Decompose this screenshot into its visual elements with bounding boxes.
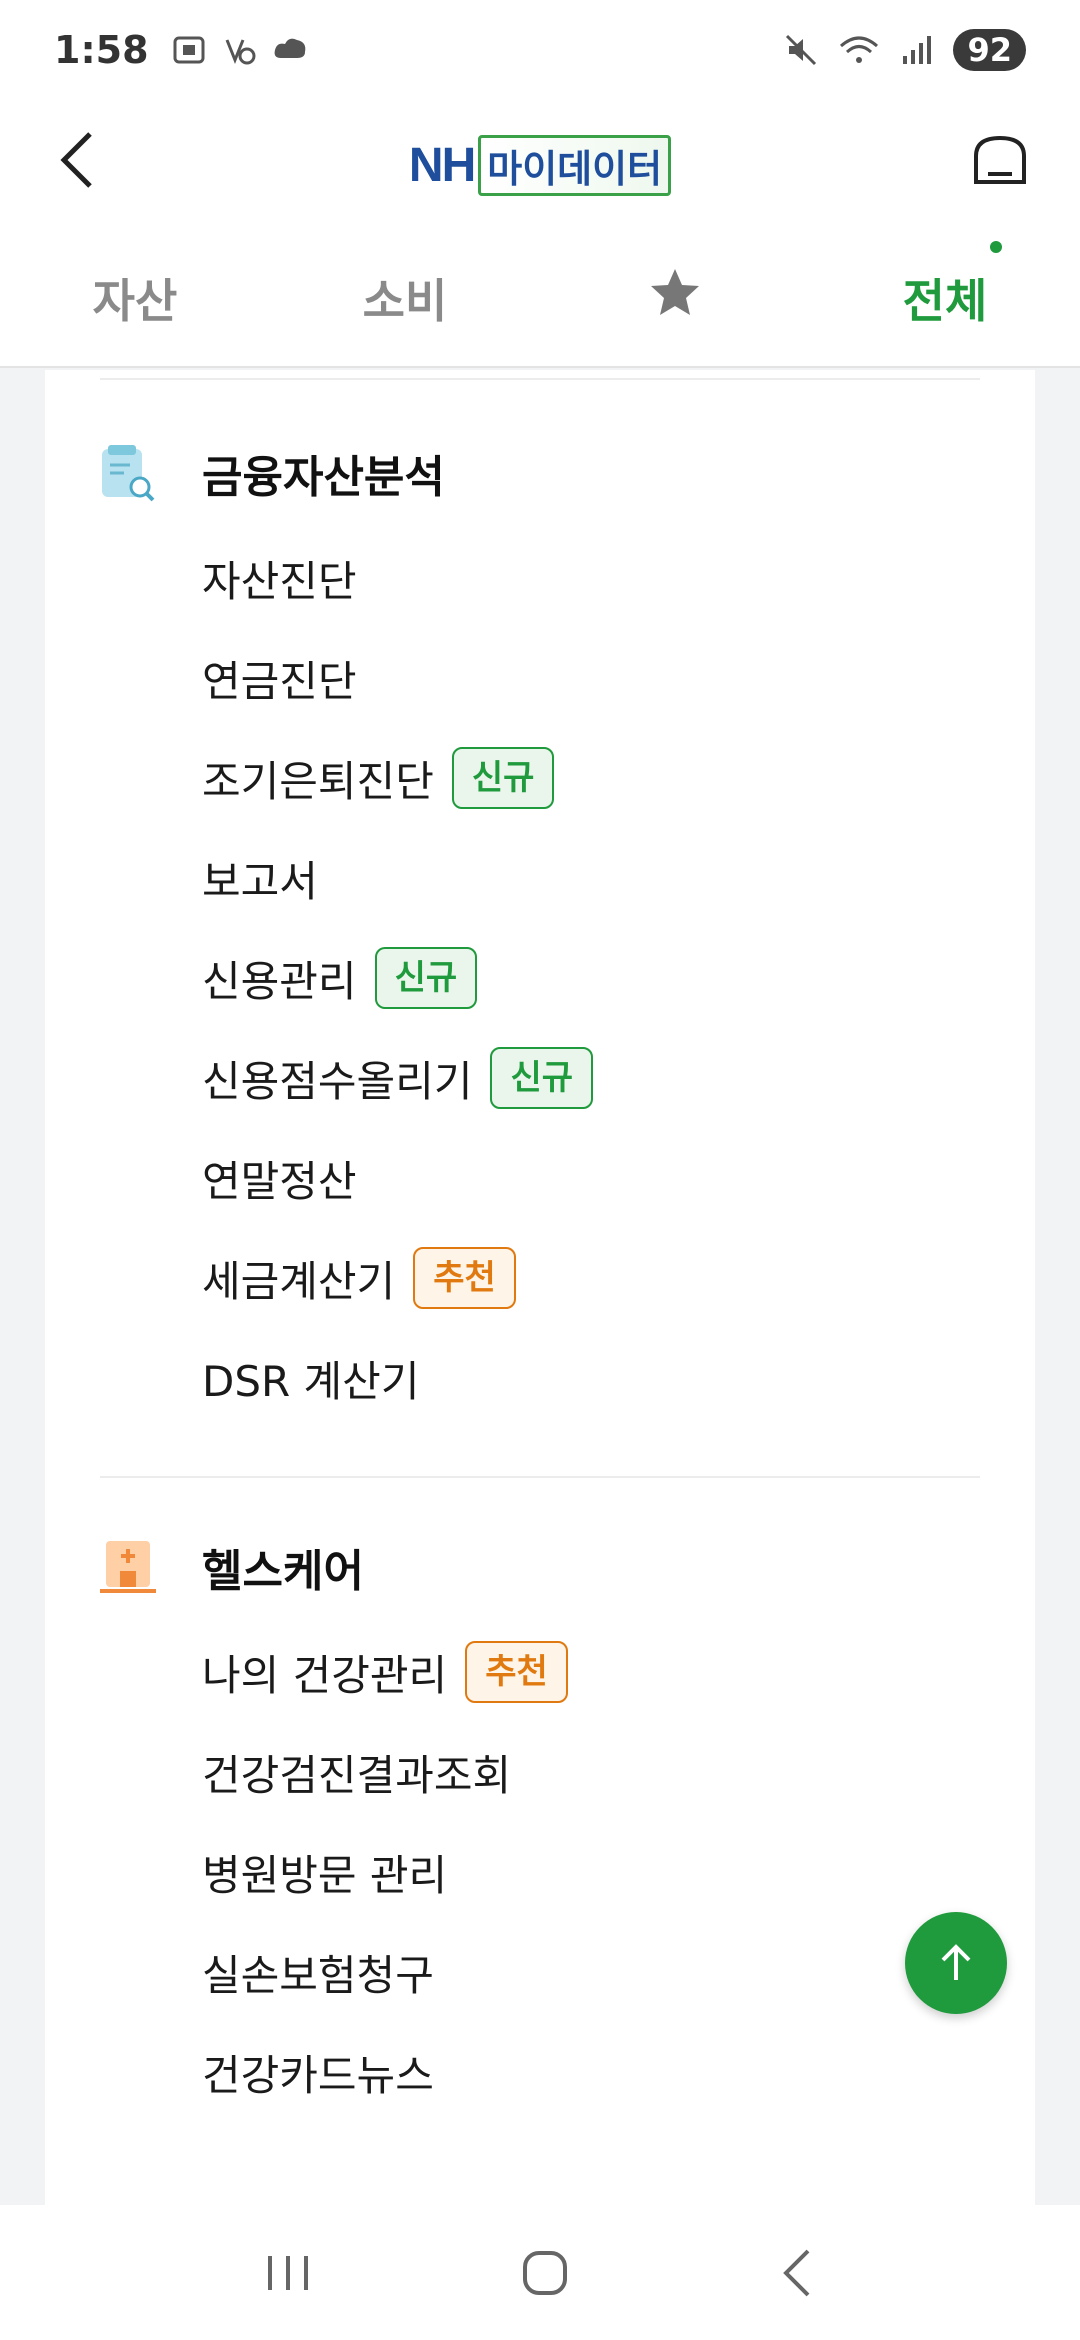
status-bar: 1:58 92 (0, 0, 1080, 100)
cloud-icon (274, 38, 305, 58)
section-title: 헬스케어 (202, 1546, 364, 1597)
tab-all-label: 전체 (902, 274, 988, 328)
status-notification-icons (171, 32, 311, 68)
menu-item-label: 신용점수올리기 (202, 1056, 473, 1106)
recent-apps-icon[interactable] (258, 2248, 318, 2298)
menu-item-my-health[interactable]: 나의 건강관리 추천 (100, 1622, 980, 1722)
menu-item-health-card-news[interactable]: 건강카드뉴스 (100, 2022, 980, 2122)
wifi-icon (840, 36, 879, 63)
scroll-to-top-button[interactable] (905, 1912, 1007, 2014)
mute-icon (786, 34, 817, 66)
new-indicator-dot (990, 241, 1002, 253)
menu-card: 금융자산분석 자산진단 연금진단 조기은퇴진단 신규 보고서 신용관리 신규 신… (45, 370, 1035, 2205)
menu-item-insurance-claim[interactable]: 실손보험청구 (100, 1922, 980, 2022)
menu-item-credit-management[interactable]: 신용관리 신규 (100, 928, 980, 1028)
menu-item-label: 보고서 (202, 856, 318, 906)
menu-item-tax-calculator[interactable]: 세금계산기 추천 (100, 1228, 980, 1328)
section-header: 금융자산분석 (100, 418, 980, 528)
menu-item-pension-diagnosis[interactable]: 연금진단 (100, 628, 980, 728)
financial-analysis-icon (102, 445, 155, 502)
menu-item-label: 자산진단 (202, 556, 357, 606)
home-icon (974, 135, 1026, 184)
recommended-badge: 추천 (413, 1247, 516, 1309)
home-button[interactable] (960, 120, 1040, 200)
menu-item-checkup-results[interactable]: 건강검진결과조회 (100, 1722, 980, 1822)
app-logo: NH 마이데이터 (408, 134, 672, 196)
section-title: 금융자산분석 (202, 452, 445, 503)
menu-item-dsr-calculator[interactable]: DSR 계산기 (100, 1328, 980, 1428)
battery-level: 92 (953, 29, 1026, 71)
logo-brand: NH (408, 138, 476, 192)
menu-item-report[interactable]: 보고서 (100, 828, 980, 928)
menu-item-label: DSR 계산기 (202, 1356, 420, 1406)
back-button[interactable] (36, 120, 116, 200)
logo-text: 마이데이터 (478, 134, 672, 196)
signal-icon (903, 36, 932, 64)
back-nav-icon[interactable] (772, 2243, 822, 2303)
menu-item-credit-score-boost[interactable]: 신용점수올리기 신규 (100, 1028, 980, 1128)
menu-item-asset-diagnosis[interactable]: 자산진단 (100, 528, 980, 628)
menu-item-label: 나의 건강관리 (202, 1650, 448, 1700)
new-badge: 신규 (374, 947, 478, 1009)
arrow-up-icon (941, 1944, 971, 1980)
section-header: 헬스케어 (100, 1512, 980, 1622)
menu-item-label: 연금진단 (202, 656, 357, 706)
menu-item-label: 실손보험청구 (202, 1950, 434, 2000)
system-nav-bar (0, 2205, 1080, 2340)
menu-item-label: 건강검진결과조회 (202, 1750, 512, 1800)
star-icon (651, 268, 699, 315)
new-badge: 신규 (451, 747, 555, 809)
menu-item-label: 신용관리 (202, 956, 357, 1006)
menu-item-label: 병원방문 관리 (202, 1850, 448, 1900)
app-header: NH 마이데이터 (0, 100, 1080, 230)
menu-item-label: 건강카드뉴스 (202, 2050, 434, 2100)
menu-item-label: 조기은퇴진단 (202, 756, 434, 806)
menu-item-early-retirement[interactable]: 조기은퇴진단 신규 (100, 728, 980, 828)
screenshot-icon (173, 36, 205, 64)
section-healthcare: 헬스케어 나의 건강관리 추천 건강검진결과조회 병원방문 관리 실손보험청구 … (45, 1478, 1035, 2122)
menu-item-label: 세금계산기 (202, 1256, 396, 1306)
tab-assets[interactable]: 자산 (0, 265, 270, 331)
tab-spending[interactable]: 소비 (270, 265, 540, 331)
new-badge: 신규 (490, 1047, 594, 1109)
hospital-icon (100, 1541, 156, 1593)
menu-item-year-end-tax[interactable]: 연말정산 (100, 1128, 980, 1228)
tab-all[interactable]: 전체 (810, 241, 1080, 331)
recommended-badge: 추천 (465, 1641, 568, 1703)
alert-icon (225, 39, 256, 65)
category-tabs: 자산 소비 전체 (0, 230, 1080, 368)
section-financial-analysis: 금융자산분석 자산진단 연금진단 조기은퇴진단 신규 보고서 신용관리 신규 신… (45, 380, 1035, 1428)
tab-favorites[interactable] (540, 265, 810, 332)
status-right-icons: 92 (783, 29, 1026, 71)
chevron-left-icon (60, 132, 92, 188)
status-time: 1:58 (54, 28, 149, 72)
home-nav-icon[interactable] (515, 2243, 575, 2303)
menu-item-hospital-visits[interactable]: 병원방문 관리 (100, 1822, 980, 1922)
menu-item-label: 연말정산 (202, 1156, 357, 1206)
